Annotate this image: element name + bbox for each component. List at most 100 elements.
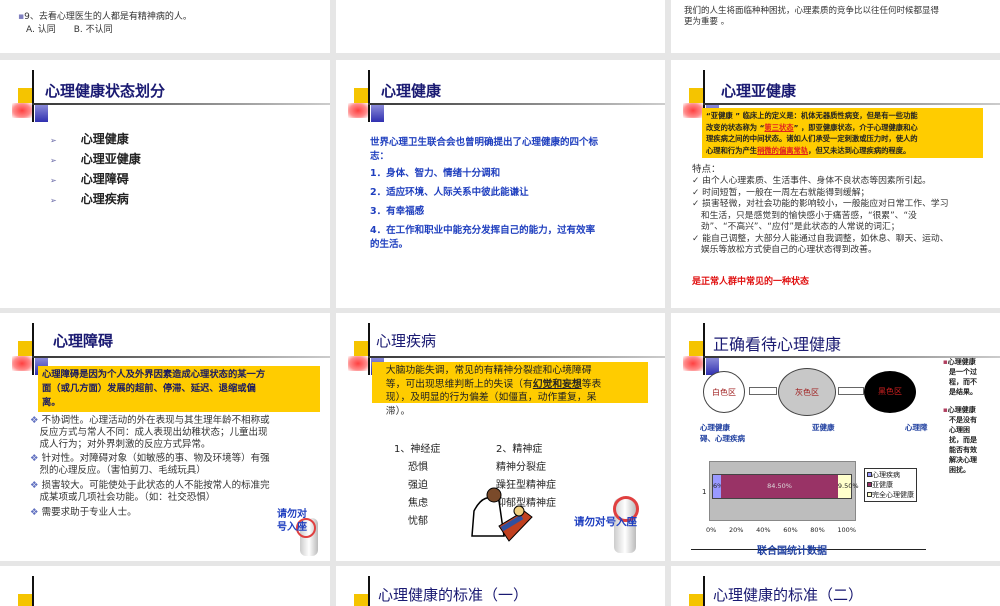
slide-thumbnail-2[interactable]: 心理健康 世界心理卫生联合会也曾明确提出了心理健康的四个标 志： 1．身体、智力… [336,60,665,308]
slide-thumbnail-6[interactable]: 正确看待心理健康 白色区 灰色区 黑色区 心理健康 亚健康 心理障 碍、心理疾病… [671,313,1000,561]
list-item: ❖ 针对性。对障碍对象（如敏感的事、物及环境等）有强 烈的心理反应。（害怕剪刀、… [30,453,270,477]
slide-title: 心理障碍 [53,332,114,350]
slide-thumbnail-3[interactable]: 心理亚健康 “亚健康 ” 临床上的定义是：机体无器质性病变，但是有一些功能 改变… [671,60,1000,308]
doctor-patient-clipart [471,487,533,542]
list-item: 的生活。 [370,239,409,250]
decor-line [32,323,34,375]
zone-label: 亚健康 [812,423,835,432]
list-item: ❖ 损害较大。可能使处于此状态的人不能按常人的标准完 成某项或几项社会功能。（如… [30,479,270,503]
slide-thumbnail-prev-1[interactable]: ▪9、去看心理医生的人都是有精神病的人。 A. 认同 B. 不认同 [0,0,330,53]
list-item: ❖ 需要求助于专业人士。 [30,506,137,518]
bar-segment-mental-illness: 6% [713,475,723,498]
decor-square [683,103,703,118]
body-text: 更为重要 。 [684,17,730,27]
list-item: 2．适应环境、人际关系中彼此能谦让 [370,187,529,198]
slide-thumbnail-5[interactable]: 心理疾病 大脑功能失调，常见的有精神分裂症和心境障碍 等，可出现思维判断上的失误… [336,313,665,561]
slide-thumbnail-prev-3[interactable]: 我们的人生将面临种种困扰，心理素质的竞争比以往任何时候都显得 更为重要 。 [671,0,1000,53]
slide-title: 正确看待心理健康 [713,335,842,354]
list-item: 1．身体、智力、情绪十分调和 [370,168,501,179]
decor-line [32,576,34,606]
slide-thumbnail-7[interactable] [0,566,330,606]
chart-category-label: 1 [702,488,707,496]
decor-square [18,594,33,606]
list-item: ✓ 能自己调整，大部分人能通过自我调整，如休息、聊天、运动、 娱乐等放松方式使自… [692,233,949,256]
list-item: ➢ 心理亚健康 [50,152,141,166]
decor-square [354,594,369,606]
list-item: ➢ 心理障碍 [50,172,129,186]
list-item: ➢ 心理健康 [50,132,129,146]
legend-item: 亚健康 [867,480,914,490]
bullet-list: ➢ 心理健康 ➢ 心理亚健康 ➢ 心理障碍 ➢ 心理疾病 [50,130,141,210]
decor-line [368,576,370,606]
gray-zone: 灰色区 [778,368,836,416]
options: A. 认同 B. 不认同 [26,25,113,35]
decor-square [18,341,33,356]
double-arrow-icon [749,387,777,395]
decor-square [689,88,704,103]
intro-text: 志： [370,151,390,162]
zone-label: 心理健康 [700,423,730,432]
tick-label: 40% [756,526,771,534]
decor-line [368,356,665,358]
slide-title: 心理疾病 [376,332,437,350]
decor-line [32,103,330,105]
legend-item: 完全心理健康 [867,490,914,500]
chart-legend: 心理疾病 亚健康 完全心理健康 [864,468,917,502]
decor-line [703,576,705,606]
side-note: ▪心理健康 是一个过 程，而不 是结果。 ▪心理健康 不是没有 心理困 扰，而是 能否有效 解决… [943,358,977,474]
bar-segment-fully-healthy: 9.50% [837,475,859,498]
slide-thumbnail-prev-2[interactable] [336,0,665,53]
slide-thumbnail-9[interactable]: 心理健康的标准（二） [671,566,1000,606]
stacked-bar: 6% 84.50% 9.50% [712,474,859,499]
decor-line [32,70,34,122]
decor-square [18,88,33,103]
slide-title: 心理健康的标准（一） [378,586,529,604]
list-item: ✓ 时间短暂，一般在一周左右就能得到缓解； [692,187,870,198]
tick-label: 100% [837,526,856,534]
tick-label: 0% [706,526,717,534]
slide-thumbnail-4[interactable]: 心理障碍 心理障碍是因为个人及外界因素造成心理状态的某一方 面（或几方面）发展的超… [0,313,330,561]
list-item: ✓ 损害轻微，对社会功能的影响较小，一般能应对日常工作、学习 和生活，只是感觉到… [692,199,949,232]
decor-line [703,103,1000,105]
list-item: ✓ 由个人心理素质、生活事件、身体不良状态等因素所引起。 [692,176,931,186]
list-item: ➢ 心理疾病 [50,192,129,206]
decor-square [12,103,32,118]
slide-thumbnail-8[interactable]: 心理健康的标准（一） [336,566,665,606]
intro-text: 世界心理卫生联合会也曾明确提出了心理健康的四个标 [370,137,599,148]
decor-square [683,356,703,371]
x-axis-ticks: 0% 20% 40% 60% 80% 100% [706,526,856,534]
decor-square [371,105,384,122]
slide-title: 心理亚健康 [721,82,797,100]
double-arrow-icon [838,387,864,395]
chart-caption: 联合国统计数据 [757,546,827,557]
decor-square [354,341,369,356]
decor-square [354,88,369,103]
decor-line [368,103,665,105]
decor-square [348,103,368,118]
slide-title: 心理健康状态划分 [45,82,166,100]
decor-square [689,341,704,356]
list-item: 4．在工作和职业中能充分发挥自己的能力，过有效率 [370,225,596,236]
black-zone: 黑色区 [864,371,916,413]
list-item: ❖ 不协调性。心理活动的外在表现与其生理年龄不相称或 反应方式与常人不同：成人表… [30,415,270,450]
legend-item: 心理疾病 [867,470,914,480]
definition-box: 大脑功能失调，常见的有精神分裂症和心境障碍 等，可出现思维判断上的失误（有幻觉和… [372,362,648,417]
warning-text: 请勿对号入座 [574,516,637,528]
tick-label: 60% [783,526,798,534]
decor-line [368,323,370,375]
list-item: 3．有幸福感 [370,206,425,217]
zone-label: 碍、心理疾病 [700,434,745,443]
decor-square [12,356,32,371]
decor-line [368,70,370,122]
bar-segment-sub-health: 84.50% [721,475,838,498]
decor-line [32,356,330,358]
definition-box: “亚健康 ” 临床上的定义是：机体无器质性病变，但是有一些功能 改变的状态称为 … [702,108,983,158]
neurosis-list: 1、神经症 恐惧 强迫 焦虑 忧郁 [394,444,441,527]
tick-label: 80% [810,526,825,534]
decor-square [348,356,368,371]
conclusion-text: 是正常人群中常见的一种状态 [692,277,810,287]
white-zone: 白色区 [703,371,745,413]
slide-thumbnail-1[interactable]: 心理健康状态划分 ➢ 心理健康 ➢ 心理亚健康 ➢ 心理障碍 ➢ 心理疾病 [0,60,330,308]
question-text: ▪9、去看心理医生的人都是有精神病的人。 [18,12,192,22]
bullet-list: ✓ 由个人心理素质、生活事件、身体不良状态等因素所引起。 ✓ 时间短暂，一般在一… [692,176,949,257]
